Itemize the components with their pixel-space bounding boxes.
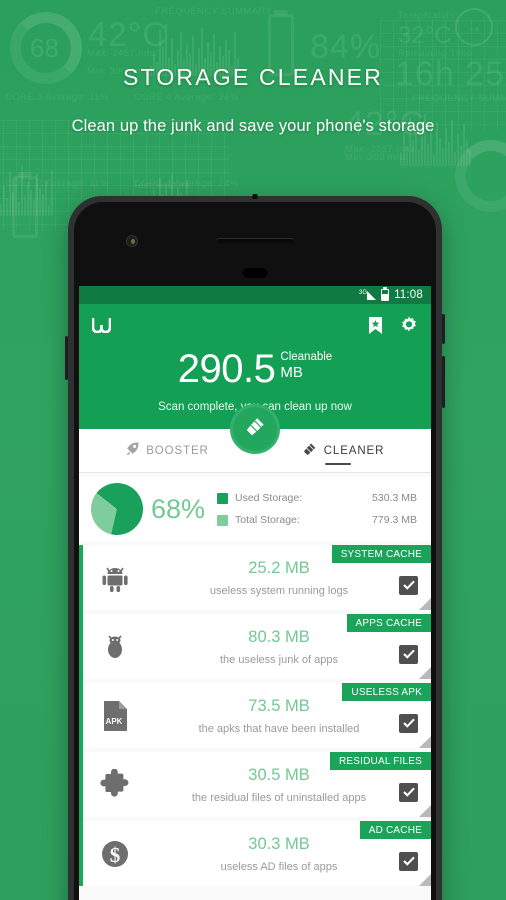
status-badge: RESIDUAL FILES [329, 752, 431, 770]
table-row[interactable]: APK 73.5 MB the apks that have been inst… [83, 683, 431, 748]
tab-cleaner[interactable]: CLEANER [255, 429, 431, 472]
item-description: the useless junk of apps [219, 653, 339, 666]
card-corner-fold [419, 874, 431, 886]
promo-subtitle: Clean up the junk and save your phone's … [71, 117, 435, 135]
apk-file-icon: APK [83, 699, 147, 733]
cleanable-value: 290.5 [177, 347, 276, 391]
storage-percent-label: 68% [151, 493, 206, 524]
dollar-coin-icon: $ [83, 838, 147, 870]
item-description: the apks that have been installed [198, 722, 360, 735]
app-screen: 3G 11:08 290.5 Cleanable MB Scan complet… [79, 286, 431, 900]
status-bar: 3G 11:08 [79, 286, 431, 304]
earpiece-speaker [216, 238, 294, 243]
app-bar-actions [368, 316, 418, 334]
item-checkbox[interactable] [399, 575, 418, 595]
watermark-freq-summary: FREQUENCY SUMMARY [155, 6, 273, 17]
android-robot-icon [83, 562, 147, 594]
legend-label-total: Total Storage: [235, 514, 300, 526]
legend-swatch-total [217, 514, 228, 526]
storage-legend: Used Storage: 530.3 MB Total Storage: 77… [217, 487, 417, 531]
status-badge: USELESS APK [342, 683, 431, 701]
card-corner-fold [419, 736, 431, 748]
phone-mockup: 3G 11:08 290.5 Cleanable MB Scan complet… [65, 194, 445, 900]
storage-pie-chart [80, 472, 154, 546]
watermark-arrow-icon: → [455, 8, 493, 46]
item-text: 80.3 MB the useless junk of apps [147, 628, 431, 666]
status-badge: SYSTEM CACHE [331, 545, 431, 563]
item-description: useless system running logs [209, 584, 349, 597]
junk-item-list: 25.2 MB useless system running logs SYST… [79, 545, 431, 886]
card-corner-fold [419, 805, 431, 817]
bug-icon [83, 631, 147, 663]
phone-volume-button [442, 356, 445, 408]
promo-title: STORAGE CLEANER [122, 64, 384, 90]
svg-text:APK: APK [106, 717, 123, 726]
app-bar [79, 304, 431, 346]
item-checkbox[interactable] [399, 851, 418, 871]
tab-bar: BOOSTER CLEANER [79, 429, 431, 473]
table-row[interactable]: 30.5 MB the residual files of uninstalle… [83, 752, 431, 817]
legend-row-used: Used Storage: 530.3 MB [217, 487, 417, 509]
cleanable-label: Cleanable [280, 351, 333, 363]
item-checkbox[interactable] [399, 644, 418, 664]
front-camera-icon [126, 235, 138, 247]
proximity-sensor [242, 268, 268, 278]
network-signal-icon: 3G [358, 289, 377, 300]
item-text: 25.2 MB useless system running logs [147, 559, 431, 597]
phone-microphone [252, 194, 258, 199]
status-badge: AD CACHE [359, 821, 431, 839]
watermark-core3: CORE 3 Average: 11% [5, 92, 109, 103]
item-text: 30.3 MB useless AD files of apps [147, 835, 431, 873]
phone-bezel: 3G 11:08 290.5 Cleanable MB Scan complet… [74, 202, 436, 900]
svg-text:$: $ [110, 843, 121, 867]
item-checkbox[interactable] [399, 782, 418, 802]
item-checkbox[interactable] [399, 713, 418, 733]
legend-value-total: 779.3 MB [372, 514, 417, 526]
cleanable-units: Cleanable MB [280, 349, 332, 383]
item-description: the residual files of uninstalled apps [191, 791, 367, 804]
table-row[interactable]: 25.2 MB useless system running logs SYST… [83, 545, 431, 610]
watermark-percent-84: 84% [310, 28, 382, 66]
legend-label-used: Used Storage: [235, 492, 303, 504]
puzzle-icon [83, 768, 147, 801]
status-badge: APPS CACHE [346, 614, 431, 632]
gear-icon[interactable] [400, 316, 418, 334]
watermark-gauge-value: 68 [30, 33, 59, 63]
cleanable-unit: MB [280, 364, 303, 382]
signal-bars-icon [367, 290, 377, 300]
watermark-max-freq: Max: 2457 mhz [87, 48, 158, 59]
app-logo[interactable] [91, 317, 112, 333]
phone-side-button [65, 336, 68, 380]
watermark-bar-chart-3 [0, 160, 53, 216]
legend-swatch-used [217, 492, 228, 504]
phone-power-button [442, 314, 445, 344]
item-description: useless AD files of apps [220, 860, 338, 873]
item-text: 73.5 MB the apks that have been installe… [147, 697, 431, 735]
table-row[interactable]: 80.3 MB the useless junk of apps APPS CA… [83, 614, 431, 679]
network-type-label: 3G [359, 289, 368, 296]
tab-booster-label: BOOSTER [146, 444, 209, 457]
table-row[interactable]: $ 30.3 MB useless AD files of apps AD CA… [83, 821, 431, 886]
watermark-min-freq-2: Min: 300 mhz [345, 152, 407, 163]
battery-icon [381, 289, 390, 301]
arrow-glyph: → [465, 17, 483, 36]
brush-icon [302, 442, 317, 460]
tab-cleaner-label: CLEANER [323, 444, 385, 457]
tab-booster[interactable]: BOOSTER [79, 429, 255, 472]
card-corner-fold [419, 598, 431, 610]
cleanable-amount: 290.5 Cleanable MB [178, 349, 332, 389]
rocket-icon [125, 442, 139, 459]
card-corner-fold [419, 667, 431, 679]
watermark-core4: CORE 4 Average: 24% [134, 92, 239, 103]
legend-row-total: Total Storage: 779.3 MB [217, 509, 417, 531]
item-text: 30.5 MB the residual files of uninstalle… [147, 766, 431, 804]
bookmark-star-icon[interactable] [368, 316, 383, 334]
legend-value-used: 530.3 MB [372, 492, 417, 504]
storage-summary-card: 68% Used Storage: 530.3 MB Total Storage… [79, 472, 431, 546]
status-bar-clock: 11:08 [394, 289, 423, 301]
